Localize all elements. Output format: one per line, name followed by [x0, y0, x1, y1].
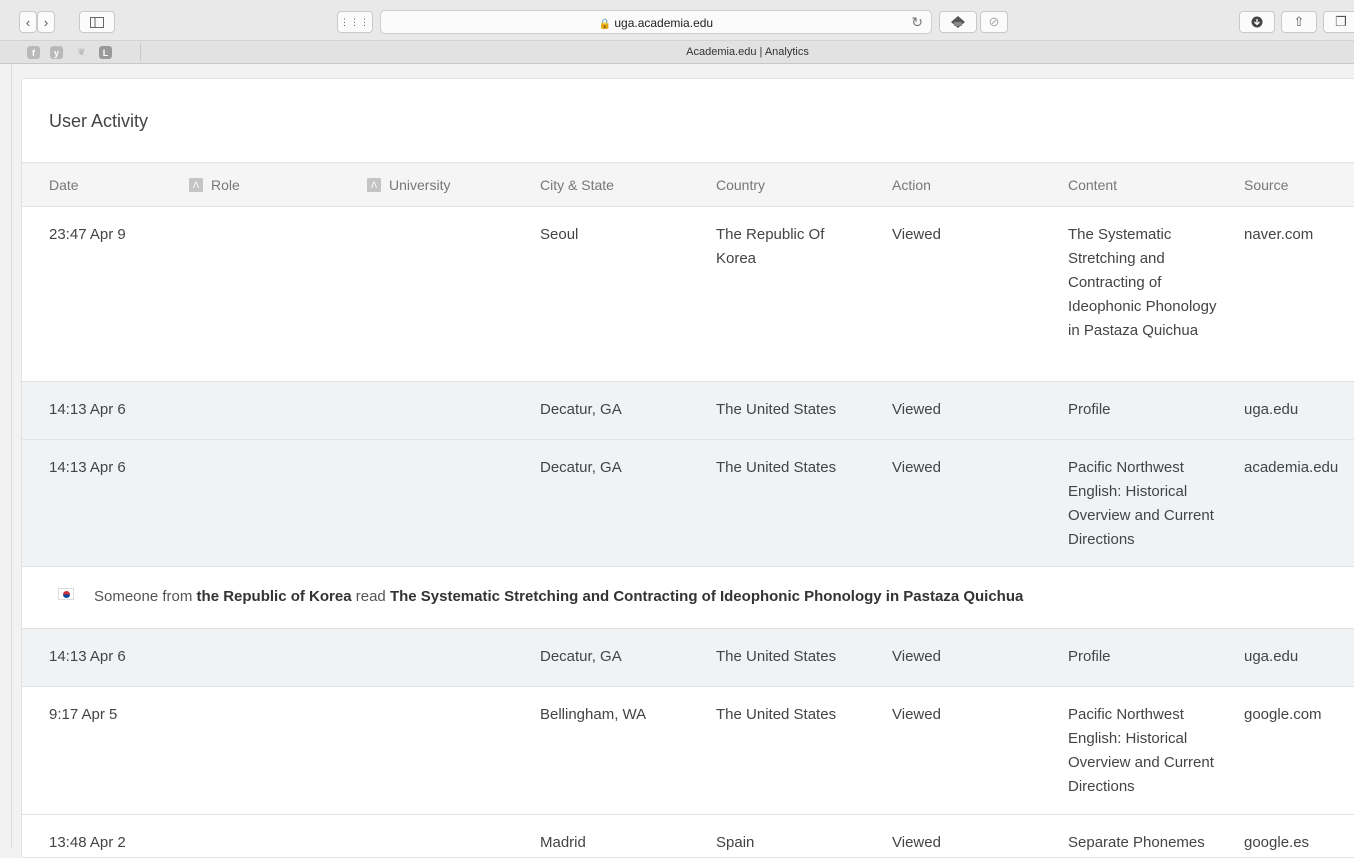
address-bar[interactable]: 🔒 uga.academia.edu ↻ — [380, 10, 932, 34]
share-button[interactable]: ⇧ — [1281, 11, 1317, 33]
cell-content[interactable]: Profile — [1068, 398, 1218, 422]
grid-icon: ⋮⋮⋮ — [340, 16, 370, 27]
column-university-label: University — [389, 177, 451, 193]
share-icon: ⇧ — [1293, 14, 1305, 29]
tab-title[interactable]: Academia.edu | Analytics — [140, 43, 1354, 61]
table-header: Date Λ Role Λ University City & State Coun… — [22, 162, 1354, 207]
cell-action: Viewed — [892, 706, 941, 723]
cell-country: The United States — [716, 706, 837, 723]
twitter-icon[interactable]: y — [50, 46, 63, 59]
cell-date: 23:47 Apr 9 — [49, 226, 126, 243]
column-date[interactable]: Date — [49, 177, 79, 193]
premium-lock-icon: Λ — [367, 178, 381, 192]
cell-city: Decatur, GA — [540, 459, 622, 476]
cell-source: uga.edu — [1244, 401, 1299, 418]
cell-action: Viewed — [892, 401, 941, 418]
notice-middle: read — [351, 588, 390, 605]
notice-prefix: Someone from — [94, 588, 197, 605]
table-row: 14:13 Apr 6 Decatur, GA The United State… — [22, 440, 1354, 567]
bookmark-icon[interactable]: ❦ — [75, 46, 88, 59]
cell-country: The United States — [716, 401, 837, 418]
notice-text: Someone from the Republic of Korea read … — [94, 588, 1023, 605]
cell-city: Madrid — [540, 834, 586, 851]
cell-date: 14:13 Apr 6 — [49, 401, 126, 418]
table-row: 9:17 Apr 5 Bellingham, WA The United Sta… — [22, 687, 1354, 815]
card-title: User Activity — [49, 111, 149, 131]
column-action[interactable]: Action — [892, 177, 931, 193]
user-activity-card: User Activity Date Λ Role Λ University Cit… — [21, 78, 1354, 858]
tabs-button[interactable]: ❐ — [1323, 11, 1354, 33]
cell-content[interactable]: Pacific Northwest English: Historical Ov… — [1068, 703, 1218, 799]
cell-content[interactable]: Profile — [1068, 645, 1218, 669]
lock-icon: 🔒 — [598, 19, 612, 30]
block-button[interactable]: ⊘ — [980, 11, 1008, 33]
cell-country: The United States — [716, 459, 837, 476]
top-sites-button[interactable]: ⋮⋮⋮ — [337, 11, 373, 33]
tabs-icon: ❐ — [1335, 14, 1347, 29]
divider — [11, 64, 12, 849]
activity-notice: Someone from the Republic of Korea read … — [22, 567, 1354, 629]
extension-button[interactable] — [939, 11, 977, 33]
cell-country: The Republic Of Korea — [716, 226, 825, 267]
notice-country: the Republic of Korea — [196, 588, 352, 605]
linkedin-icon[interactable]: L — [99, 46, 112, 59]
cell-source: google.es — [1244, 834, 1310, 851]
cell-city: Seoul — [540, 226, 579, 243]
cell-city: Bellingham, WA — [540, 706, 647, 723]
cell-source: naver.com — [1244, 226, 1314, 243]
block-icon: ⊘ — [988, 14, 1000, 29]
sidebar-button[interactable] — [79, 11, 115, 33]
column-university[interactable]: Λ University — [367, 177, 450, 193]
cell-source: academia.edu — [1244, 459, 1339, 476]
chevron-left-icon: ‹ — [25, 14, 31, 30]
notice-work[interactable]: The Systematic Stretching and Contractin… — [390, 588, 1023, 605]
table-row: 14:13 Apr 6 Decatur, GA The United State… — [22, 382, 1354, 440]
download-icon — [1251, 16, 1263, 28]
cell-date: 13:48 Apr 2 — [49, 834, 126, 851]
chevron-right-icon: › — [43, 14, 49, 30]
reload-icon[interactable]: ↻ — [911, 14, 923, 31]
table-row: 13:48 Apr 2 Madrid Spain Viewed Separate… — [22, 815, 1354, 857]
tab-bar: f y ❦ L Academia.edu | Analytics — [0, 41, 1354, 64]
column-country[interactable]: Country — [716, 177, 765, 193]
sidebar-icon — [90, 16, 104, 28]
cell-content[interactable]: Pacific Northwest English: Historical Ov… — [1068, 456, 1218, 552]
column-role[interactable]: Λ Role — [189, 177, 240, 193]
cell-country: Spain — [716, 834, 755, 851]
table-row: 14:13 Apr 6 Decatur, GA The United State… — [22, 629, 1354, 687]
cell-action: Viewed — [892, 834, 941, 851]
downloads-button[interactable] — [1239, 11, 1275, 33]
cell-city: Decatur, GA — [540, 648, 622, 665]
column-city[interactable]: City & State — [540, 177, 614, 193]
browser-toolbar: ‹ › ⋮⋮⋮ 🔒 uga.academia.edu ↻ ⊘ ⇧ ❐ — [0, 0, 1354, 41]
facebook-icon[interactable]: f — [27, 46, 40, 59]
korea-flag-icon — [58, 588, 74, 600]
cell-content[interactable]: The Systematic Stretching and Contractin… — [1068, 223, 1218, 343]
cell-action: Viewed — [892, 459, 941, 476]
column-content[interactable]: Content — [1068, 177, 1117, 193]
diamond-icon — [951, 16, 965, 28]
cell-date: 14:13 Apr 6 — [49, 648, 126, 665]
cell-date: 14:13 Apr 6 — [49, 459, 126, 476]
cell-date: 9:17 Apr 5 — [49, 706, 118, 723]
cell-action: Viewed — [892, 648, 941, 665]
cell-content[interactable]: Separate Phonemes — [1068, 831, 1218, 855]
forward-button[interactable]: › — [37, 11, 55, 33]
premium-lock-icon: Λ — [189, 178, 203, 192]
cell-action: Viewed — [892, 226, 941, 243]
cell-country: The United States — [716, 648, 837, 665]
url-text: uga.academia.edu — [614, 16, 714, 30]
cell-city: Decatur, GA — [540, 401, 622, 418]
cell-source: google.com — [1244, 706, 1322, 723]
cell-source: uga.edu — [1244, 648, 1299, 665]
back-button[interactable]: ‹ — [19, 11, 37, 33]
column-source[interactable]: Source — [1244, 177, 1288, 193]
column-role-label: Role — [211, 177, 240, 193]
table-row: 23:47 Apr 9 Seoul The Republic Of Korea … — [22, 207, 1354, 382]
